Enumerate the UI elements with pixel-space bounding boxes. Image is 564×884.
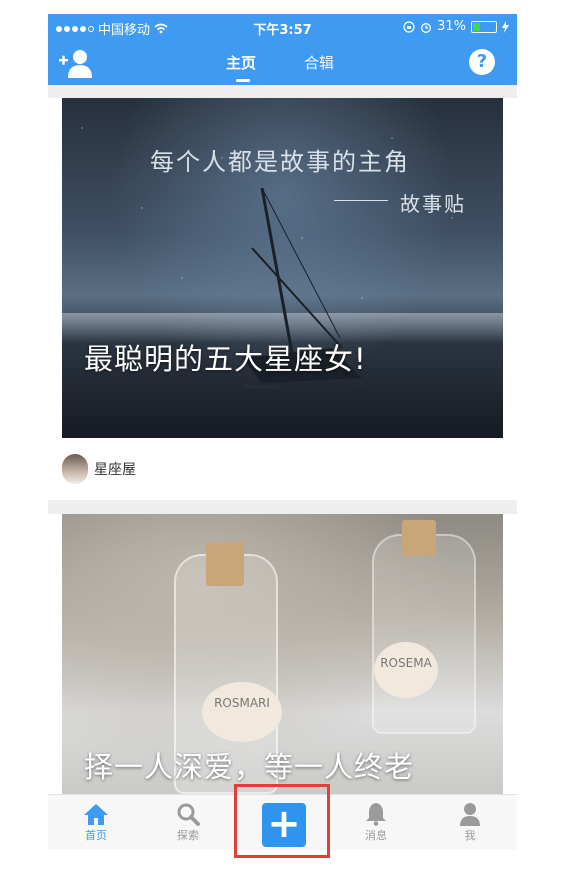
bottle-illustration bbox=[372, 534, 476, 734]
home-icon bbox=[84, 804, 108, 825]
tabbar-item-messages[interactable]: 消息 bbox=[346, 801, 406, 843]
tabbar-item-home[interactable]: 首页 bbox=[66, 801, 126, 843]
card-title[interactable]: 最聪明的五大星座女! bbox=[84, 336, 367, 378]
app-screen: 中国移动 下午3:57 31% 主页 合辑 ? 每个人都是故事的主角 故事贴 最… bbox=[48, 14, 517, 850]
image-slogan: 每个人都是故事的主角 bbox=[150, 148, 410, 176]
feed-divider bbox=[48, 500, 517, 514]
battery-fill bbox=[473, 22, 480, 31]
author-name[interactable]: 星座屋 bbox=[94, 459, 136, 479]
app-header: 中国移动 下午3:57 31% 主页 合辑 ? bbox=[48, 14, 517, 85]
card-author[interactable]: 星座屋 bbox=[62, 453, 136, 485]
tabbar-label: 探索 bbox=[177, 829, 199, 842]
status-bar: 中国移动 下午3:57 31% bbox=[48, 14, 517, 40]
bottle-label: ROSMARI bbox=[202, 682, 282, 742]
tabbar-label: 首页 bbox=[85, 829, 107, 842]
top-tabs: 主页 合辑 bbox=[48, 52, 517, 82]
person-icon bbox=[460, 803, 480, 826]
tabbar-item-me[interactable]: 我 bbox=[440, 801, 500, 843]
battery-icon bbox=[471, 20, 497, 33]
slogan-sub-text: 故事贴 bbox=[400, 192, 466, 216]
cork-illustration bbox=[402, 520, 436, 556]
tab-collections[interactable]: 合辑 bbox=[304, 52, 334, 73]
tabbar-item-explore[interactable]: 探索 bbox=[158, 801, 218, 843]
charging-icon bbox=[502, 20, 509, 33]
status-right: 31% bbox=[403, 19, 509, 34]
cork-illustration bbox=[206, 542, 244, 586]
image-slogan-sub: 故事贴 bbox=[334, 188, 466, 217]
tab-active-indicator bbox=[236, 79, 250, 82]
feed-divider bbox=[48, 85, 517, 98]
card-title[interactable]: 择一人深爱，等一人终老 bbox=[84, 744, 414, 786]
feed-card-image[interactable]: ROSMARI ROSEMA 择一人深爱，等一人终老 bbox=[62, 514, 503, 796]
tab-home[interactable]: 主页 bbox=[226, 52, 256, 73]
highlight-box bbox=[234, 784, 330, 858]
rotation-lock-icon bbox=[403, 20, 415, 33]
bottle-label: ROSEMA bbox=[374, 642, 438, 698]
avatar[interactable] bbox=[62, 454, 88, 484]
tabbar-label: 消息 bbox=[365, 829, 387, 842]
search-icon bbox=[177, 803, 200, 826]
feed-card-image[interactable]: 每个人都是故事的主角 故事贴 最聪明的五大星座女! bbox=[62, 98, 503, 438]
tabbar-label: 我 bbox=[464, 829, 476, 842]
alarm-icon bbox=[421, 22, 432, 33]
help-icon[interactable]: ? bbox=[469, 49, 495, 75]
bell-icon bbox=[366, 803, 386, 826]
battery-percent: 31% bbox=[437, 19, 466, 34]
